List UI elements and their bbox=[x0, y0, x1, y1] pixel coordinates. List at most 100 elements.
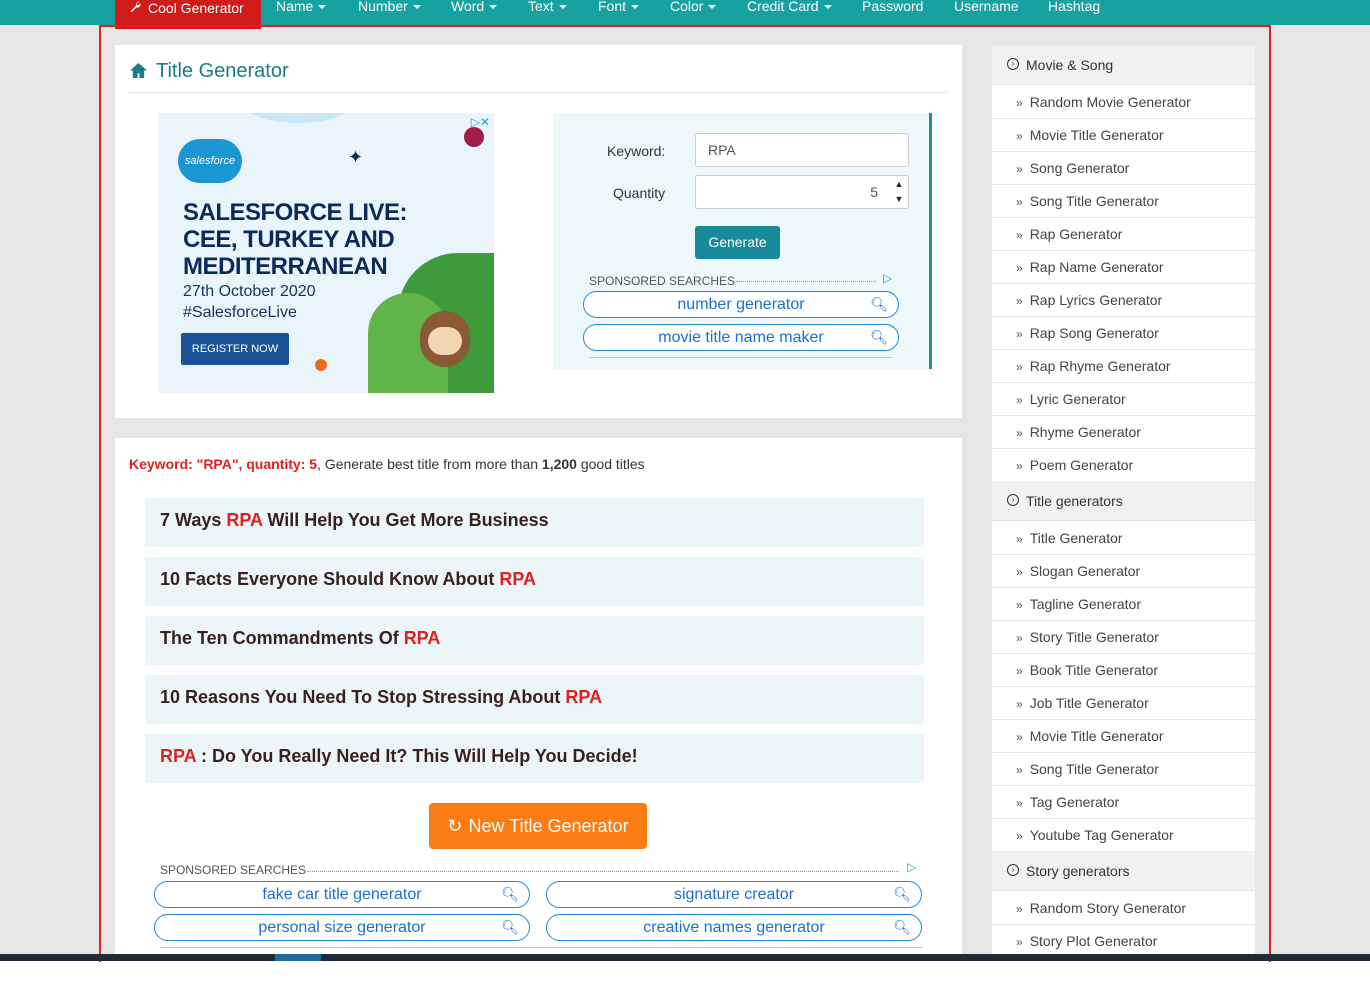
sidebar-item[interactable]: » Tagline Generator bbox=[992, 588, 1255, 621]
adchoices-icon[interactable]: ▷ bbox=[883, 271, 892, 285]
circle-arrow-icon: › bbox=[1007, 58, 1019, 70]
nav-item-name[interactable]: Name bbox=[276, 0, 327, 13]
chevron-right-icon: » bbox=[1016, 228, 1023, 242]
sponsored-search-link[interactable]: fake car title generator 🔍︎ bbox=[154, 881, 530, 908]
sidebar-item-label: Rap Name Generator bbox=[1029, 259, 1164, 275]
adchoices-icon[interactable]: ▷ bbox=[907, 860, 916, 874]
sidebar-item[interactable]: » Rap Lyrics Generator bbox=[992, 284, 1255, 317]
sidebar-item[interactable]: » Movie Title Generator bbox=[992, 119, 1255, 152]
quantity-stepper[interactable]: 5 ▲ ▼ bbox=[695, 175, 909, 209]
search-icon: 🔍︎ bbox=[870, 296, 888, 312]
divider bbox=[160, 947, 922, 948]
search-icon: 🔍︎ bbox=[870, 329, 888, 345]
summary-keyword: Keyword: "RPA", quantity: 5 bbox=[129, 456, 318, 472]
sponsored-search-text: signature creator bbox=[673, 886, 795, 903]
sidebar-item[interactable]: » Random Movie Generator bbox=[992, 86, 1255, 119]
register-now-button[interactable]: REGISTER NOW bbox=[181, 333, 289, 365]
sidebar-item[interactable]: » Song Title Generator bbox=[992, 753, 1255, 786]
chevron-right-icon: » bbox=[1016, 796, 1023, 810]
nav-item-text[interactable]: Text bbox=[528, 0, 567, 14]
nav-item-username[interactable]: Username bbox=[954, 0, 1019, 13]
sidebar-item[interactable]: » Story Title Generator bbox=[992, 621, 1255, 654]
title-result[interactable]: 7 Ways RPA Will Help You Get More Busine… bbox=[145, 498, 924, 547]
sidebar-item[interactable]: » Song Generator bbox=[992, 152, 1255, 185]
sponsored-search-link[interactable]: personal size generator 🔍︎ bbox=[154, 914, 530, 941]
sidebar-item[interactable]: » Youtube Tag Generator bbox=[992, 819, 1255, 852]
nav-item-number[interactable]: Number bbox=[358, 0, 421, 13]
new-title-generator-button[interactable]: ↻ New Title Generator bbox=[429, 803, 647, 849]
nav-label: Color bbox=[670, 0, 704, 14]
chevron-right-icon: » bbox=[1016, 129, 1023, 143]
refresh-icon: ↻ bbox=[447, 816, 463, 836]
title-result[interactable]: 10 Facts Everyone Should Know About RPA bbox=[145, 557, 924, 606]
sponsored-search-link[interactable]: movie title name maker 🔍︎ bbox=[583, 324, 899, 351]
nav-brand-label: Cool Generator bbox=[148, 0, 244, 16]
title-result[interactable]: 10 Reasons You Need To Stop Stressing Ab… bbox=[145, 675, 924, 724]
chevron-right-icon: » bbox=[1016, 664, 1023, 678]
sidebar-item[interactable]: » Lyric Generator bbox=[992, 383, 1255, 416]
sidebar-item-label: Movie Title Generator bbox=[1029, 127, 1164, 143]
ad-headline: SALESFORCE LIVE: CEE, TURKEY AND MEDITER… bbox=[183, 199, 408, 280]
chevron-right-icon: » bbox=[1016, 162, 1023, 176]
results-panel: Keyword: "RPA", quantity: 5, Generate be… bbox=[115, 438, 962, 963]
sponsored-search-link[interactable]: creative names generator 🔍︎ bbox=[546, 914, 922, 941]
sidebar-item[interactable]: » Movie Title Generator bbox=[992, 720, 1255, 753]
home-icon bbox=[129, 62, 148, 85]
title-text: 10 Reasons You Need To Stop Stressing Ab… bbox=[160, 687, 566, 707]
sidebar-item[interactable]: » Book Title Generator bbox=[992, 654, 1255, 687]
nav-item-color[interactable]: Color bbox=[670, 0, 717, 14]
sidebar-section-title-generators[interactable]: › Title generators bbox=[992, 481, 1255, 521]
butterfly-icon: ✦ bbox=[348, 147, 364, 167]
nav-item-password[interactable]: Password bbox=[862, 0, 923, 13]
quantity-value: 5 bbox=[870, 184, 878, 200]
title-result[interactable]: RPA : Do You Really Need It? This Will H… bbox=[145, 734, 924, 783]
sidebar-item[interactable]: » Song Title Generator bbox=[992, 185, 1255, 218]
nav-item-hashtag[interactable]: Hashtag bbox=[1048, 0, 1101, 14]
generate-button[interactable]: Generate bbox=[695, 226, 780, 259]
sidebar-item[interactable]: » Slogan Generator bbox=[992, 555, 1255, 588]
sidebar-section-story-generators[interactable]: › Story generators bbox=[992, 851, 1255, 891]
chevron-right-icon: » bbox=[1016, 532, 1023, 546]
sidebar-item[interactable]: » Title Generator bbox=[992, 522, 1255, 555]
nav-item-font[interactable]: Font bbox=[598, 0, 640, 13]
sidebar-item[interactable]: » Job Title Generator bbox=[992, 687, 1255, 720]
sidebar-item[interactable]: » Tag Generator bbox=[992, 786, 1255, 819]
sidebar-item[interactable]: » Rhyme Generator bbox=[992, 416, 1255, 449]
chevron-right-icon: » bbox=[1016, 565, 1023, 579]
sidebar-item[interactable]: » Poem Generator bbox=[992, 449, 1255, 482]
chevron-right-icon: » bbox=[1016, 327, 1023, 341]
sidebar-item-label: Random Story Generator bbox=[1029, 900, 1187, 916]
sidebar-item-label: Random Movie Generator bbox=[1029, 94, 1191, 110]
nav-item-word[interactable]: Word bbox=[451, 0, 498, 13]
adchoices-close-icon[interactable]: ▷✕ bbox=[471, 115, 490, 129]
sponsored-search-link[interactable]: signature creator 🔍︎ bbox=[546, 881, 922, 908]
sidebar-item[interactable]: » Random Story Generator bbox=[992, 892, 1255, 925]
sidebar-section-movie-song[interactable]: › Movie & Song bbox=[992, 45, 1255, 85]
sidebar-item-label: Movie Title Generator bbox=[1029, 728, 1164, 744]
salesforce-logo: salesforce bbox=[178, 139, 242, 183]
sidebar-item-label: Story Title Generator bbox=[1029, 629, 1159, 645]
sidebar-item[interactable]: » Rap Generator bbox=[992, 218, 1255, 251]
keyword-input[interactable]: RPA bbox=[695, 133, 909, 167]
nav-label: Text bbox=[528, 0, 554, 14]
sidebar-item-label: Story Plot Generator bbox=[1029, 933, 1158, 949]
sidebar-item[interactable]: » Rap Rhyme Generator bbox=[992, 350, 1255, 383]
sponsored-search-text: creative names generator bbox=[643, 919, 825, 936]
nav-item-credit-card[interactable]: Credit Card bbox=[747, 0, 832, 13]
sidebar-item[interactable]: » Rap Song Generator bbox=[992, 317, 1255, 350]
chevron-right-icon: » bbox=[1016, 697, 1023, 711]
sponsored-search-text: fake car title generator bbox=[262, 886, 422, 903]
sponsored-search-link[interactable]: number generator 🔍︎ bbox=[583, 291, 899, 318]
sidebar-item-label: Title Generator bbox=[1029, 530, 1123, 546]
footer-accent bbox=[275, 954, 321, 961]
top-navbar: Cool Generator Name Number Word Text Fon… bbox=[0, 0, 1370, 29]
title-result[interactable]: The Ten Commandments Of RPA bbox=[145, 616, 924, 665]
stepper-down-icon[interactable]: ▼ bbox=[891, 192, 907, 207]
chevron-right-icon: » bbox=[1016, 730, 1023, 744]
stepper-up-icon[interactable]: ▲ bbox=[891, 177, 907, 192]
advertisement-banner[interactable]: salesforce ✦ SALESFORCE LIVE: CEE, TURKE… bbox=[158, 113, 494, 393]
caret-down-icon bbox=[318, 5, 327, 9]
sidebar-heading: Story generators bbox=[1026, 863, 1130, 879]
sidebar-item[interactable]: » Rap Name Generator bbox=[992, 251, 1255, 284]
nav-label: Hashtag bbox=[1048, 0, 1101, 14]
